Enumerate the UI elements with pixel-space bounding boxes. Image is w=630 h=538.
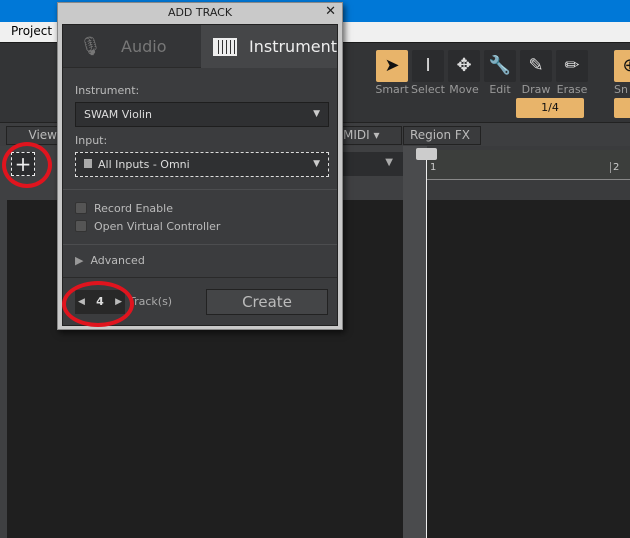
dropdown-arrow-icon: ▼ [313, 109, 320, 119]
snap-tool-button[interactable]: ⊕ [614, 50, 630, 82]
midi-menu[interactable]: MIDI ▾ [336, 126, 402, 145]
open-virtual-controller-checkbox[interactable] [75, 220, 87, 232]
advanced-label: Advanced [90, 254, 145, 267]
edit-tool-label: Edit [489, 83, 511, 96]
input-icon [84, 159, 92, 168]
close-icon[interactable]: ✕ [325, 4, 336, 19]
annotation-circle-add-track [2, 142, 52, 188]
draw-tool-label: Draw [521, 83, 551, 96]
erase-tool-label: Erase [556, 83, 588, 96]
track-count-label: Track(s) [129, 295, 173, 308]
track-divider[interactable] [403, 146, 427, 538]
snap-grid-icon: ⊕ [622, 55, 630, 76]
dropdown-arrow-icon: ▼ [313, 159, 320, 169]
expand-triangle-icon: ▶ [75, 254, 84, 267]
divider [63, 244, 337, 245]
draw-tool-button[interactable]: ✎ [520, 50, 552, 82]
pencil-icon: ✎ [528, 55, 544, 76]
snap-value-dropdown[interactable] [614, 98, 630, 118]
eraser-icon: ✏ [564, 55, 580, 76]
region-fx-label: Region FX [410, 128, 471, 142]
create-button[interactable]: Create [206, 289, 328, 315]
tab-instrument-label: Instrument [249, 37, 338, 56]
midi-label: MIDI [343, 128, 370, 142]
edit-tool-button[interactable]: 🔧 [484, 50, 516, 82]
playhead-handle[interactable] [416, 148, 437, 160]
piano-keyboard-icon [213, 38, 237, 56]
quantize-dropdown[interactable]: 1/4 [516, 98, 584, 118]
snap-tool-label: Sn [614, 83, 628, 96]
record-enable-label: Record Enable [94, 202, 173, 215]
timeline-area[interactable] [427, 200, 630, 538]
annotation-circle-track-count [62, 281, 134, 327]
divider [63, 277, 337, 278]
move-arrows-icon: ✥ [456, 55, 472, 76]
i-beam-icon: I [425, 55, 431, 76]
erase-tool-button[interactable]: ✏ [556, 50, 588, 82]
tab-instrument[interactable]: Instrument [201, 25, 337, 68]
smart-tool-button[interactable]: ➤ [376, 50, 408, 82]
move-tool-label: Move [449, 83, 479, 96]
view-menu[interactable]: View [6, 126, 64, 145]
tab-audio-label: Audio [121, 37, 167, 56]
input-value: All Inputs - Omni [98, 158, 190, 171]
microphone-icon: 🎙 [79, 36, 102, 57]
instrument-label: Instrument: [75, 84, 140, 97]
ruler-mark-2: 2 [610, 162, 619, 173]
select-tool-label: Select [411, 83, 445, 96]
wrench-icon: 🔧 [488, 55, 512, 76]
move-tool-button[interactable]: ✥ [448, 50, 480, 82]
input-dropdown[interactable]: All Inputs - Omni ▼ [75, 152, 329, 177]
track-filter-dropdown[interactable]: ▼ [335, 152, 403, 176]
region-fx-menu[interactable]: Region FX ▾ [403, 126, 481, 159]
arrow-cursor-icon: ➤ [384, 55, 400, 76]
advanced-toggle[interactable]: ▶ Advanced [75, 254, 145, 267]
playhead-line [426, 150, 427, 538]
tab-audio[interactable]: 🎙 Audio [63, 25, 201, 68]
smart-tool-label: Smart [375, 83, 409, 96]
select-tool-button[interactable]: I [412, 50, 444, 82]
ruler-mark-1: 1 [430, 162, 437, 173]
divider [63, 189, 337, 190]
record-enable-checkbox[interactable] [75, 202, 87, 214]
open-virtual-controller-label: Open Virtual Controller [94, 220, 221, 233]
instrument-value: SWAM Violin [84, 108, 152, 121]
menu-project[interactable]: Project [11, 24, 52, 38]
input-label: Input: [75, 134, 108, 147]
instrument-dropdown[interactable]: SWAM Violin ▼ [75, 102, 329, 127]
dialog-title: ADD TRACK [167, 6, 233, 19]
timeline-ruler[interactable]: 1 2 [427, 150, 630, 180]
